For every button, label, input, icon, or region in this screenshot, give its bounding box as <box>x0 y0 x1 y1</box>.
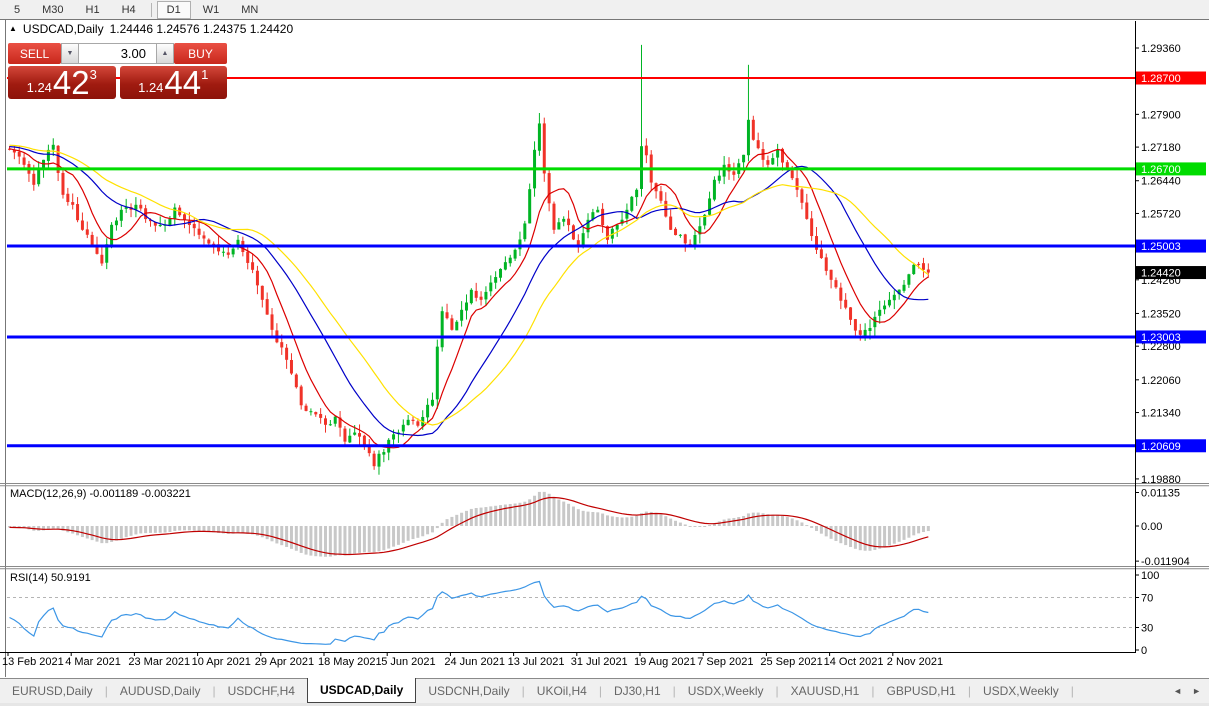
price-tick: 1.27180 <box>1141 142 1181 154</box>
sell-price-box[interactable]: 1.24 42 3 <box>8 66 116 99</box>
volume-box <box>79 43 156 64</box>
trading-terminal: { "toolbar":{ "timeframes":["5","M30","H… <box>0 0 1209 706</box>
one-click-trading-panel: SELL ▼ ▲ BUY 1.24 42 3 1.24 44 1 <box>8 43 227 99</box>
price-tick: 1.27900 <box>1141 109 1181 121</box>
date-tick: 18 May 2021 <box>318 656 382 668</box>
price-tick: 1.25720 <box>1141 208 1181 220</box>
chart-symbol-label: USDCAD,Daily <box>23 22 104 36</box>
chart-tab-usdcnh-daily[interactable]: USDCNH,Daily <box>416 679 521 703</box>
chart-tab-eurusd-daily[interactable]: EURUSD,Daily <box>0 679 105 703</box>
buy-price-box[interactable]: 1.24 44 1 <box>120 66 228 99</box>
date-tick: 23 Mar 2021 <box>128 656 190 668</box>
buy-price-prefix: 1.24 <box>138 80 163 95</box>
one-click-panel-arrow-icon[interactable]: ▲ <box>9 24 17 33</box>
chart-tab-usdx-weekly[interactable]: USDX,Weekly <box>676 679 776 703</box>
date-tick: 13 Jul 2021 <box>508 656 565 668</box>
date-tick: 2 Nov 2021 <box>887 656 943 668</box>
rsi-tick: 0 <box>1141 645 1147 657</box>
price-tick: 1.29360 <box>1141 43 1181 55</box>
sell-price-pipette: 3 <box>90 67 97 82</box>
chart-tab-ukoil-h4[interactable]: UKOil,H4 <box>525 679 599 703</box>
volume-input[interactable] <box>79 44 156 63</box>
price-line-label: 1.20609 <box>1141 441 1181 453</box>
chart-tab-gbpusd-h1[interactable]: GBPUSD,H1 <box>874 679 967 703</box>
volume-decrease-button[interactable]: ▼ <box>61 43 79 64</box>
chart-tab-dj30-h1[interactable]: DJ30,H1 <box>602 679 673 703</box>
macd-values: -0.001189 -0.003221 <box>89 488 190 500</box>
rsi-tick: 100 <box>1141 570 1159 582</box>
date-tick: 13 Feb 2021 <box>2 656 64 668</box>
price-line-label: 1.26700 <box>1141 164 1181 176</box>
rsi-tick: 70 <box>1141 593 1153 605</box>
date-tick: 5 Jun 2021 <box>381 656 435 668</box>
date-tick: 4 Mar 2021 <box>65 656 121 668</box>
buy-button[interactable]: BUY <box>174 43 227 64</box>
volume-increase-button[interactable]: ▲ <box>156 43 174 64</box>
macd-tick: 0.01135 <box>1141 488 1180 500</box>
price-tick: 1.23520 <box>1141 308 1181 320</box>
sell-price-big: 42 <box>53 68 90 98</box>
price-line-label: 1.28700 <box>1141 73 1181 85</box>
date-tick: 19 Aug 2021 <box>634 656 696 668</box>
chart-ohlc-values: 1.24446 1.24576 1.24375 1.24420 <box>110 22 294 36</box>
chart-canvas[interactable]: 1.293601.286401.279001.271801.264401.257… <box>0 0 1209 678</box>
rsi-tick: 30 <box>1141 623 1153 635</box>
date-tick: 29 Apr 2021 <box>255 656 314 668</box>
date-tick: 7 Sep 2021 <box>697 656 753 668</box>
chart-tab-audusd-daily[interactable]: AUDUSD,Daily <box>108 679 213 703</box>
chart-tab-xauusd-h1[interactable]: XAUUSD,H1 <box>779 679 872 703</box>
chart-tab-usdx-weekly[interactable]: USDX,Weekly <box>971 679 1071 703</box>
price-tick: 1.22060 <box>1141 375 1181 387</box>
chart-tab-usdchf-h4[interactable]: USDCHF,H4 <box>216 679 307 703</box>
chart-background <box>0 20 1209 679</box>
date-tick: 25 Sep 2021 <box>760 656 822 668</box>
price-line-label: 1.23003 <box>1141 332 1181 344</box>
date-tick: 14 Oct 2021 <box>824 656 884 668</box>
chart-tabbar: EURUSD,Daily|AUDUSD,Daily|USDCHF,H4USDCA… <box>0 678 1209 703</box>
sell-button[interactable]: SELL <box>8 43 61 64</box>
macd-tick: -0.011904 <box>1141 556 1190 568</box>
date-tick: 31 Jul 2021 <box>571 656 628 668</box>
rsi-value: 50.9191 <box>51 572 91 584</box>
rsi-title: RSI(14) <box>10 572 48 584</box>
sell-price-prefix: 1.24 <box>27 80 52 95</box>
date-tick: 24 Jun 2021 <box>444 656 505 668</box>
price-line-label: 1.24420 <box>1141 268 1181 280</box>
chart-tab-usdcad-daily[interactable]: USDCAD,Daily <box>307 678 416 703</box>
tab-scroll-right-icon[interactable]: ► <box>1192 686 1201 696</box>
rsi-label: RSI(14) 50.9191 <box>10 572 91 584</box>
macd-label: MACD(12,26,9) -0.001189 -0.003221 <box>10 488 191 500</box>
chart-header: ▲ USDCAD,Daily 1.24446 1.24576 1.24375 1… <box>9 22 293 36</box>
price-line-label: 1.25003 <box>1141 241 1181 253</box>
buy-price-big: 44 <box>164 68 201 98</box>
buy-price-pipette: 1 <box>201 67 208 82</box>
price-tick: 1.21340 <box>1141 408 1181 420</box>
tab-scroll-left-icon[interactable]: ◄ <box>1173 686 1182 696</box>
macd-title: MACD(12,26,9) <box>10 488 86 500</box>
date-tick: 10 Apr 2021 <box>192 656 251 668</box>
price-tick: 1.19880 <box>1141 474 1181 486</box>
macd-tick: 0.00 <box>1141 521 1162 533</box>
price-tick: 1.26440 <box>1141 176 1181 188</box>
